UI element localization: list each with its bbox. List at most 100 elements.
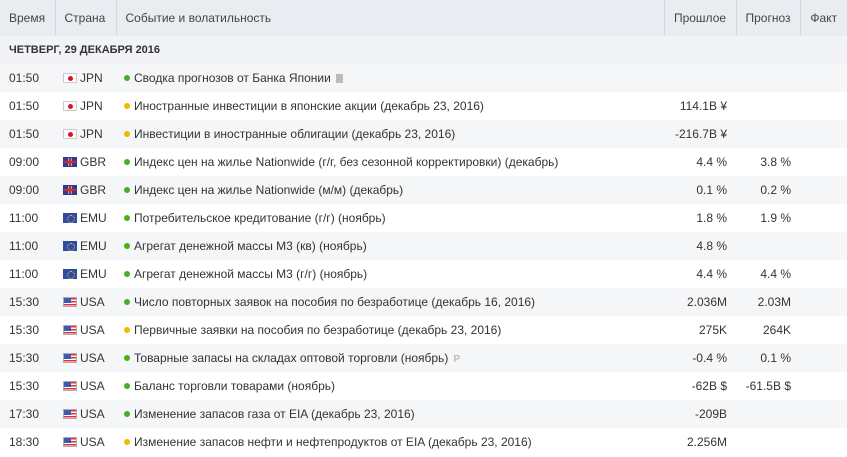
country-code: USA: [80, 323, 105, 337]
header-country[interactable]: Страна: [55, 0, 117, 36]
event-forecast: [736, 232, 800, 260]
event-row[interactable]: 17:30 USA Изменение запасов газа от EIA (д…: [0, 400, 847, 428]
event-row[interactable]: 15:30 USA Число повторных заявок на пособи…: [0, 288, 847, 316]
country-code: EMU: [80, 239, 107, 253]
event-row[interactable]: 15:30 USA Первичные заявки на пособия по б…: [0, 316, 847, 344]
event-time: 15:30: [0, 344, 55, 372]
event-title[interactable]: Число повторных заявок на пособия по без…: [134, 295, 535, 309]
event-title[interactable]: Инвестиции в иностранные облигации (дека…: [134, 127, 455, 141]
event-title[interactable]: Баланс торговли товарами (ноябрь): [134, 379, 335, 393]
event-previous: 275K: [698, 323, 727, 337]
event-cell: Первичные заявки на пособия по безработи…: [116, 316, 664, 344]
event-row[interactable]: 11:00 EMU Агрегат денежной массы M3 (кв) (…: [0, 232, 847, 260]
event-forecast: [736, 92, 800, 120]
country-code: USA: [80, 435, 105, 449]
event-time: 09:00: [9, 155, 40, 169]
header-time[interactable]: Время: [0, 0, 56, 36]
event-row[interactable]: 01:50 JPN Иностранные инвестиции в японски…: [0, 92, 847, 120]
event-title[interactable]: Агрегат денежной массы M3 (г/г) (ноябрь): [134, 267, 367, 281]
volatility-dot-icon: [124, 187, 130, 193]
event-previous: -216.7B ¥: [664, 120, 736, 148]
event-time: 11:00: [9, 267, 39, 281]
volatility-dot-icon: [124, 75, 130, 81]
flag-usa-icon: [63, 381, 77, 391]
country-code: EMU: [80, 211, 107, 225]
event-time: 01:50: [9, 99, 40, 113]
event-row[interactable]: 01:50 JPN Инвестиции в иностранные облигац…: [0, 120, 847, 148]
header-actual[interactable]: Факт: [800, 0, 847, 36]
event-previous: -0.4 %: [664, 344, 736, 372]
event-previous: -62B $: [691, 379, 727, 393]
event-forecast: 0.2 %: [736, 176, 800, 204]
event-forecast: [736, 428, 800, 456]
event-time: 15:30: [0, 288, 55, 316]
flag-jpn-icon: [63, 129, 77, 139]
event-row[interactable]: 11:00 EMU Агрегат денежной массы M3 (г/г) …: [0, 260, 847, 288]
country-code: JPN: [80, 99, 103, 113]
volatility-dot-icon: [124, 215, 130, 221]
event-cell: Баланс торговли товарами (ноябрь): [116, 372, 664, 400]
event-country: USA: [55, 288, 116, 316]
header-forecast[interactable]: Прогноз: [736, 0, 801, 36]
date-label: ЧЕТВЕРГ, 29 ДЕКАБРЯ 2016: [0, 36, 847, 64]
volatility-dot-icon: [124, 243, 130, 249]
event-previous: 4.4 %: [696, 267, 727, 281]
event-row[interactable]: 01:50 JPN Сводка прогнозов от Банка Японии: [0, 64, 847, 92]
event-actual: [800, 400, 847, 428]
volatility-dot-icon: [124, 271, 130, 277]
event-title[interactable]: Изменение запасов нефти и нефтепродуктов…: [134, 435, 532, 449]
volatility-dot-icon: [124, 103, 130, 109]
event-actual: [800, 288, 847, 316]
event-time: 18:30: [9, 435, 40, 449]
header-event[interactable]: Событие и волатильность: [116, 0, 665, 36]
flag-gbr-icon: [63, 185, 77, 195]
event-cell: Иностранные инвестиции в японские акции …: [116, 92, 664, 120]
event-country: EMU: [55, 204, 116, 232]
flag-jpn-icon: [63, 73, 77, 83]
event-actual: [800, 120, 847, 148]
event-time: 09:00: [0, 176, 55, 204]
volatility-dot-icon: [124, 383, 130, 389]
event-row[interactable]: 11:00 EMU Потребительское кредитование (г/…: [0, 204, 847, 232]
event-row[interactable]: 18:30 USA Изменение запасов нефти и нефтеп…: [0, 428, 847, 456]
event-actual: [800, 232, 847, 260]
event-actual: [800, 344, 847, 372]
event-previous: 4.4 %: [696, 155, 727, 169]
event-time: 01:50: [0, 64, 55, 92]
event-title[interactable]: Потребительское кредитование (г/г) (нояб…: [134, 211, 386, 225]
event-previous: 2.036M: [664, 288, 736, 316]
event-title[interactable]: Индекс цен на жилье Nationwide (м/м) (де…: [134, 183, 403, 197]
header-previous[interactable]: Прошлое: [664, 0, 737, 36]
event-row[interactable]: 15:30 USA Баланс торговли товарами (ноябрь…: [0, 372, 847, 400]
event-title[interactable]: Иностранные инвестиции в японские акции …: [134, 99, 484, 113]
flag-emu-icon: [63, 269, 77, 279]
event-forecast: 2.03M: [736, 288, 800, 316]
event-title[interactable]: Изменение запасов газа от EIA (декабрь 2…: [134, 407, 415, 421]
event-country: JPN: [55, 120, 116, 148]
event-actual: [800, 92, 847, 120]
event-title[interactable]: Первичные заявки на пособия по безработи…: [134, 323, 501, 337]
event-cell: Число повторных заявок на пособия по без…: [116, 288, 664, 316]
event-time: 01:50: [0, 120, 55, 148]
event-previous: 1.8 %: [696, 211, 727, 225]
event-row[interactable]: 15:30 USA Товарные запасы на складах оптов…: [0, 344, 847, 372]
event-country: USA: [55, 316, 116, 344]
event-title[interactable]: Сводка прогнозов от Банка Японии: [134, 71, 331, 85]
preliminary-badge: P: [453, 354, 460, 365]
event-title[interactable]: Индекс цен на жилье Nationwide (г/г, без…: [134, 155, 558, 169]
event-time: 11:00: [0, 232, 55, 260]
country-code: JPN: [80, 71, 103, 85]
event-previous: 2.256M: [686, 435, 727, 449]
event-title[interactable]: Агрегат денежной массы M3 (кв) (ноябрь): [134, 239, 367, 253]
event-cell: Сводка прогнозов от Банка Японии: [116, 64, 664, 92]
event-row[interactable]: 09:00 GBR Индекс цен на жилье Nationwide (…: [0, 148, 847, 176]
event-cell: Изменение запасов газа от EIA (декабрь 2…: [116, 400, 664, 428]
event-previous: -209B: [664, 400, 736, 428]
event-title[interactable]: Товарные запасы на складах оптовой торго…: [134, 351, 448, 365]
event-cell: Агрегат денежной массы M3 (г/г) (ноябрь): [116, 260, 664, 288]
event-previous: [664, 64, 736, 92]
event-forecast: 264K: [762, 323, 791, 337]
event-row[interactable]: 09:00 GBR Индекс цен на жилье Nationwide (…: [0, 176, 847, 204]
flag-usa-icon: [63, 409, 77, 419]
volatility-dot-icon: [124, 159, 130, 165]
